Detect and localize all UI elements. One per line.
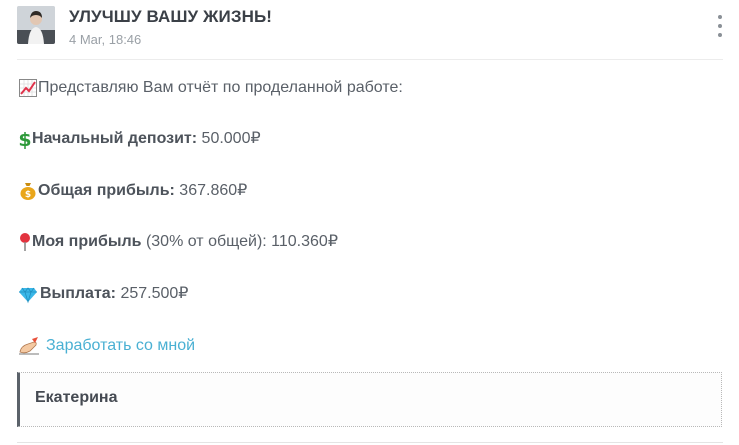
payout-value: 257.500₽: [116, 285, 189, 302]
intro-text: Представляю Вам отчёт по проделанной раб…: [38, 79, 403, 96]
my-profit-value: (30% от общей): 110.360₽: [141, 233, 338, 250]
deposit-label: Начальный депозит:: [32, 130, 198, 147]
svg-text:$: $: [18, 129, 31, 149]
cta-line: Заработать со мной: [18, 334, 195, 358]
post-date[interactable]: 4 Mar, 18:46: [69, 32, 141, 47]
payout-line: Выплата: 257.500₽: [18, 282, 188, 306]
quote-author: Екатерина: [35, 389, 118, 406]
svg-text:$: $: [25, 190, 31, 200]
more-vertical-icon[interactable]: [710, 14, 730, 38]
channel-title[interactable]: УЛУЧШУ ВАШУ ЖИЗНЬ!: [69, 7, 272, 27]
gem-icon: [18, 284, 40, 304]
my-profit-line: Моя прибыль (30% от общей): 110.360₽: [18, 230, 338, 254]
post-intro: Представляю Вам отчёт по проделанной раб…: [18, 76, 403, 100]
dollar-sign-icon: $: [18, 129, 32, 149]
chart-increasing-icon: [18, 78, 38, 98]
avatar[interactable]: [17, 6, 55, 44]
total-profit-label: Общая прибыль:: [38, 182, 175, 199]
my-profit-label: Моя прибыль: [32, 233, 142, 250]
post-header: УЛУЧШУ ВАШУ ЖИЗНЬ! 4 Mar, 18:46: [0, 0, 739, 60]
money-bag-icon: $: [18, 181, 38, 201]
round-pushpin-icon: [18, 232, 32, 252]
earn-with-me-link[interactable]: Заработать со мной: [46, 334, 195, 358]
total-profit-value: 367.860₽: [174, 182, 248, 199]
total-profit-line: $ Общая прибыль: 367.860₽: [18, 179, 247, 203]
bottom-divider: [17, 442, 723, 443]
writing-hand-icon: [18, 336, 40, 356]
quote-block: Екатерина: [17, 372, 722, 427]
header-divider: [17, 59, 723, 60]
payout-label: Выплата:: [40, 285, 117, 302]
deposit-line: $ Начальный депозит: 50.000₽: [18, 127, 261, 151]
deposit-value: 50.000₽: [197, 130, 261, 147]
